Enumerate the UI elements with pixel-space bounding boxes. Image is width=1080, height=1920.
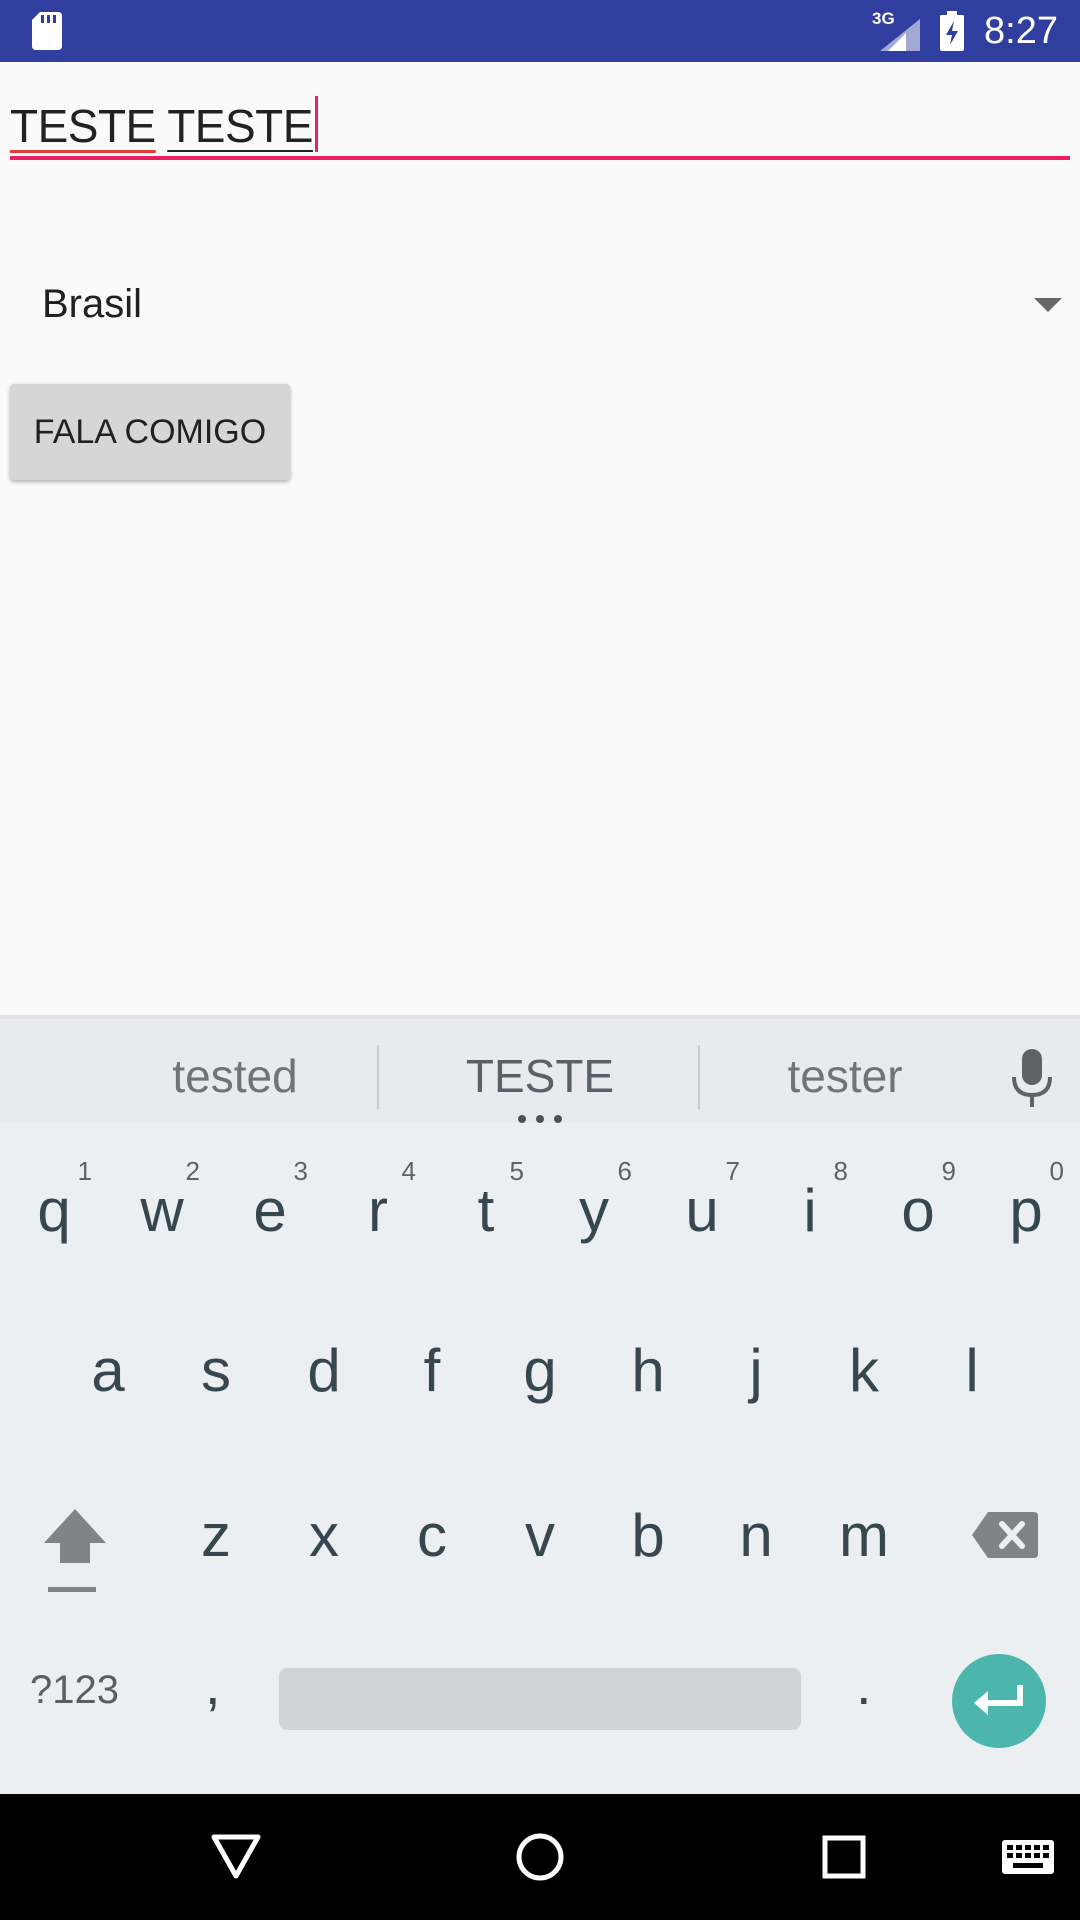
comma-key[interactable]: ,: [205, 1652, 221, 1717]
key-label: y: [579, 1176, 609, 1244]
input-word-1: TESTE: [10, 100, 156, 152]
key-hint: 4: [401, 1156, 416, 1186]
message-input[interactable]: TESTE TESTE: [10, 90, 1070, 162]
key-hint: 8: [833, 1156, 848, 1186]
key-z[interactable]: z: [162, 1475, 270, 1595]
key-b[interactable]: b: [594, 1475, 702, 1595]
key-c[interactable]: c: [378, 1475, 486, 1595]
key-hint: 9: [941, 1156, 956, 1186]
enter-icon: [974, 1685, 1023, 1715]
key-label: o: [901, 1176, 935, 1244]
input-underline: [10, 156, 1070, 160]
battery-charging-icon: [940, 11, 965, 51]
key-hint: 0: [1049, 1156, 1064, 1186]
back-nav-button[interactable]: [196, 1794, 276, 1920]
sd-card-icon: [32, 12, 62, 50]
key-label: w: [140, 1176, 184, 1244]
key-u[interactable]: u7: [648, 1150, 756, 1270]
home-circle-icon: [516, 1833, 564, 1881]
keyboard-switch-button[interactable]: [996, 1794, 1060, 1920]
key-p[interactable]: p0: [972, 1150, 1080, 1270]
key-f[interactable]: f: [378, 1310, 486, 1430]
suggestion-center[interactable]: TESTE: [420, 1049, 660, 1103]
key-n[interactable]: n: [702, 1475, 810, 1595]
key-e[interactable]: e3: [216, 1150, 324, 1270]
input-text: TESTE TESTE: [10, 96, 318, 153]
key-j[interactable]: j: [702, 1310, 810, 1430]
key-hint: 7: [725, 1156, 740, 1186]
key-label: u: [685, 1176, 719, 1244]
key-q[interactable]: q1: [0, 1150, 108, 1270]
key-k[interactable]: k: [810, 1310, 918, 1430]
period-key[interactable]: .: [856, 1652, 872, 1717]
suggestion-strip: tested TESTE tester: [0, 1015, 1080, 1123]
enter-key[interactable]: [952, 1654, 1046, 1748]
space-bar[interactable]: [279, 1668, 801, 1730]
key-o[interactable]: o9: [864, 1150, 972, 1270]
key-hint: 5: [509, 1156, 524, 1186]
signal-icon: 3G: [872, 9, 921, 51]
key-t[interactable]: t5: [432, 1150, 540, 1270]
key-i[interactable]: i8: [756, 1150, 864, 1270]
suggestion-left[interactable]: tested: [120, 1049, 350, 1103]
home-nav-button[interactable]: [500, 1794, 580, 1920]
key-hint: 6: [617, 1156, 632, 1186]
microphone-icon[interactable]: [1008, 1049, 1056, 1109]
key-label: r: [368, 1176, 388, 1244]
clock: 8:27: [984, 9, 1058, 52]
symbols-key[interactable]: ?123: [30, 1668, 119, 1713]
country-spinner[interactable]: Brasil: [0, 270, 1080, 346]
suggestion-right[interactable]: tester: [730, 1049, 960, 1103]
key-h[interactable]: h: [594, 1310, 702, 1430]
key-w[interactable]: w2: [108, 1150, 216, 1270]
key-x[interactable]: x: [270, 1475, 378, 1595]
more-suggestions-dots: [518, 1115, 562, 1123]
spinner-selected-value: Brasil: [42, 282, 143, 326]
key-g[interactable]: g: [486, 1310, 594, 1430]
navigation-bar: [0, 1794, 1080, 1920]
input-word-2: TESTE: [167, 100, 313, 152]
backspace-icon[interactable]: [970, 1510, 1040, 1560]
text-caret: [314, 96, 318, 152]
suggestion-divider: [377, 1045, 379, 1109]
dropdown-arrow-icon: [1034, 298, 1062, 312]
key-hint: 1: [77, 1156, 92, 1186]
back-triangle-icon: [211, 1834, 261, 1879]
recents-square-icon: [822, 1835, 866, 1879]
keyboard-switch-icon: [1002, 1840, 1054, 1874]
status-bar: 3G 8:27: [0, 0, 1080, 62]
suggestion-divider: [698, 1045, 700, 1109]
recents-nav-button[interactable]: [804, 1794, 884, 1920]
key-hint: 2: [185, 1156, 200, 1186]
key-d[interactable]: d: [270, 1310, 378, 1430]
fala-comigo-button[interactable]: FALA COMIGO: [10, 384, 290, 480]
key-a[interactable]: a: [54, 1310, 162, 1430]
key-y[interactable]: y6: [540, 1150, 648, 1270]
key-label: e: [253, 1176, 287, 1244]
key-v[interactable]: v: [486, 1475, 594, 1595]
key-m[interactable]: m: [810, 1475, 918, 1595]
key-r[interactable]: r4: [324, 1150, 432, 1270]
key-label: i: [803, 1176, 817, 1244]
key-l[interactable]: l: [918, 1310, 1026, 1430]
key-label: t: [477, 1176, 495, 1244]
key-label: p: [1009, 1176, 1043, 1244]
key-label: q: [37, 1176, 71, 1244]
key-s[interactable]: s: [162, 1310, 270, 1430]
key-hint: 3: [293, 1156, 308, 1186]
shift-icon[interactable]: [40, 1505, 110, 1595]
